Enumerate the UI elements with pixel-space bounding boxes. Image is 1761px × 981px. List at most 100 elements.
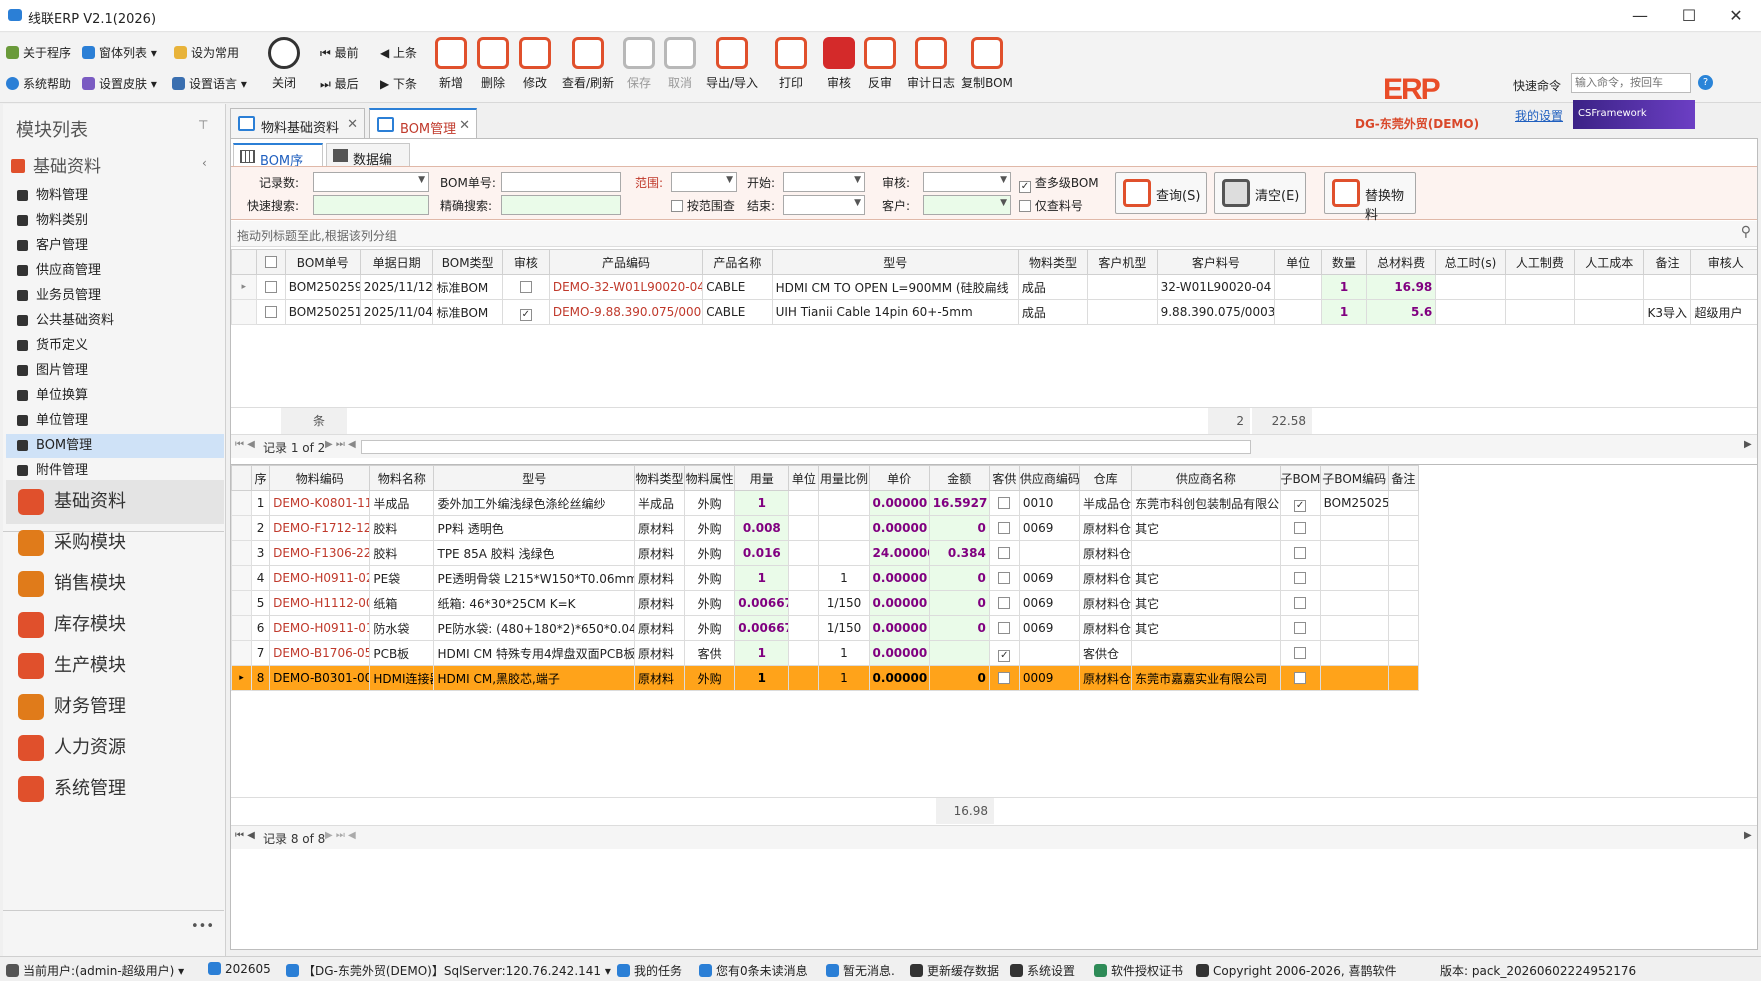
audit-log-button[interactable]: 审计日志 [904,37,958,91]
status-user[interactable]: 当前用户:(admin-超级用户) ▾ [6,962,184,979]
module-nav-item[interactable]: 采购模块 [6,521,224,565]
cell-ratio[interactable]: 1/150 [818,590,870,616]
checkbox[interactable] [1294,647,1307,659]
close-button[interactable]: 关闭 [257,37,311,91]
table-row[interactable]: 7 DEMO-B1706-054 PCB板 HDMI CM 特殊专用4焊盘双面PCB板… [231,640,1420,666]
cell-ratio[interactable] [818,515,870,541]
cell-code[interactable]: DEMO-H0911-026 [269,565,371,591]
cell-attr[interactable]: 客供 [684,640,736,666]
checkbox[interactable]: ✓ [1294,499,1307,512]
horizontal-scrollbar[interactable] [361,440,1251,454]
tab-material[interactable]: 物料基础资料 ✕ [230,108,365,138]
close-tab-icon[interactable]: ✕ [459,118,470,133]
column-header[interactable]: 金额 [928,465,990,491]
cell-approver[interactable] [1690,274,1757,300]
copy-bom-button[interactable]: 复制BOM [960,37,1014,91]
cell-mtype[interactable]: 原材料 [633,590,686,616]
cell-lcost[interactable] [1574,274,1645,300]
search-icon[interactable]: ⚲ [1741,224,1751,240]
cell-cs[interactable] [988,490,1020,516]
cell-price[interactable]: 0.00000 [868,565,930,591]
cell-cs[interactable] [988,665,1020,691]
cell-qty[interactable]: 0.016 [734,540,790,566]
cell-code[interactable]: DEMO-H1112-003 [269,590,371,616]
cell-name[interactable]: PCB板 [369,640,435,666]
command-input[interactable] [1571,73,1691,93]
cell-sup[interactable] [1018,640,1081,666]
cell-hours[interactable] [1435,299,1506,325]
cell-lcost[interactable] [1574,299,1645,325]
cell-mtype[interactable]: 原材料 [633,665,686,691]
cell-cs[interactable] [988,540,1020,566]
cell-mtype[interactable]: 原材料 [633,540,686,566]
cell-remark[interactable] [1387,665,1420,691]
range-select[interactable]: ▼ [671,172,737,192]
module-nav-item[interactable]: 财务管理 [6,685,224,729]
cell-subcode[interactable] [1319,590,1389,616]
cell-remark[interactable] [1387,515,1420,541]
cell-supname[interactable]: 其它 [1131,615,1281,641]
cell-cmodel[interactable] [1087,299,1158,325]
table-row[interactable]: 5DEMO-H1112-003纸箱纸箱: 46*30*25CM K=K原材料外购… [231,590,1420,616]
maximize-button[interactable]: ☐ [1666,2,1712,30]
cell-unit[interactable] [788,565,820,591]
cell-mtype[interactable]: 半成品 [633,490,686,516]
cell-amt[interactable]: 0.384 [928,540,990,566]
column-header[interactable]: 物料类型 [1017,249,1089,275]
cell-unit[interactable] [1274,299,1323,325]
cell-remark[interactable] [1387,490,1420,516]
cell-subcode[interactable] [1319,565,1389,591]
about-button[interactable]: 关于程序 [6,44,71,61]
cell-price[interactable]: 0.00000 [868,665,930,691]
cell-model[interactable]: PE透明骨袋 L215*W150*T0.06mm [433,565,635,591]
cell-ratio[interactable] [818,540,870,566]
sidebar-item[interactable]: 单位换算 [6,384,224,408]
cell-cs[interactable]: ✓ [988,640,1020,666]
end-date-input[interactable]: ▼ [783,195,865,215]
checkbox[interactable] [264,281,277,293]
cell-sub[interactable] [1279,515,1321,541]
cell-sup[interactable]: 0069 [1018,590,1081,616]
by-range-checkbox[interactable]: 按范围查 [671,197,735,214]
column-header[interactable]: 客户机型 [1087,249,1158,275]
cell-price[interactable]: 24.00000 [868,540,930,566]
checkbox[interactable] [998,622,1011,634]
cell-attr[interactable]: 外购 [684,665,736,691]
cell-price[interactable]: 0.00000 [868,490,930,516]
cell-approved[interactable]: ✓ [501,299,550,325]
checkbox[interactable] [1294,672,1307,684]
cell-price[interactable]: 0.00000 [868,615,930,641]
cell-model[interactable]: UIH Tianii Cable 14pin 60+-5mm [771,299,1019,325]
records-select[interactable]: ▼ [313,172,429,192]
multi-bom-checkbox[interactable]: ✓ 查多级BOM [1019,174,1099,193]
nav-next-icon[interactable]: ▶ ⏭ ◀ [325,439,356,450]
column-header[interactable]: 型号 [433,465,635,491]
minimize-button[interactable]: — [1617,2,1663,30]
cell-sub[interactable] [1279,540,1321,566]
column-header[interactable]: 物料名称 [369,465,435,491]
cell-price[interactable]: 0.00000 [868,640,930,666]
cell-supname[interactable] [1131,540,1281,566]
cell-remark[interactable] [1387,565,1420,591]
sidebar-item[interactable]: 货币定义 [6,334,224,358]
sidebar-item[interactable]: 业务员管理 [6,284,224,308]
cell-mtype[interactable]: 原材料 [633,515,686,541]
cell-model[interactable]: PE防水袋: (480+180*2)*650*0.045MM [433,615,635,641]
status-tasks[interactable]: 我的任务 [617,962,682,979]
cell-mtype[interactable]: 成品 [1017,299,1089,325]
sidebar-item[interactable]: 客户管理 [6,234,224,258]
checkbox[interactable] [998,597,1011,609]
license-button[interactable]: 软件授权证书 [1094,962,1183,979]
checkbox[interactable]: ✓ [1019,181,1031,193]
nav-first-icon[interactable]: ⏮ ◀ [235,830,255,841]
exact-search-input[interactable] [501,195,621,215]
cell-code[interactable]: DEMO-H0911-015 [269,615,371,641]
cell-unit[interactable] [788,665,820,691]
cell-unit[interactable] [788,640,820,666]
cell-unit[interactable] [788,515,820,541]
prev-record-button[interactable]: ◀ 上条 [380,44,417,61]
cell-remark[interactable] [1643,274,1692,300]
cell-unit[interactable] [788,615,820,641]
more-icon[interactable]: ••• [191,919,214,934]
cell-ratio[interactable]: 1 [818,640,870,666]
